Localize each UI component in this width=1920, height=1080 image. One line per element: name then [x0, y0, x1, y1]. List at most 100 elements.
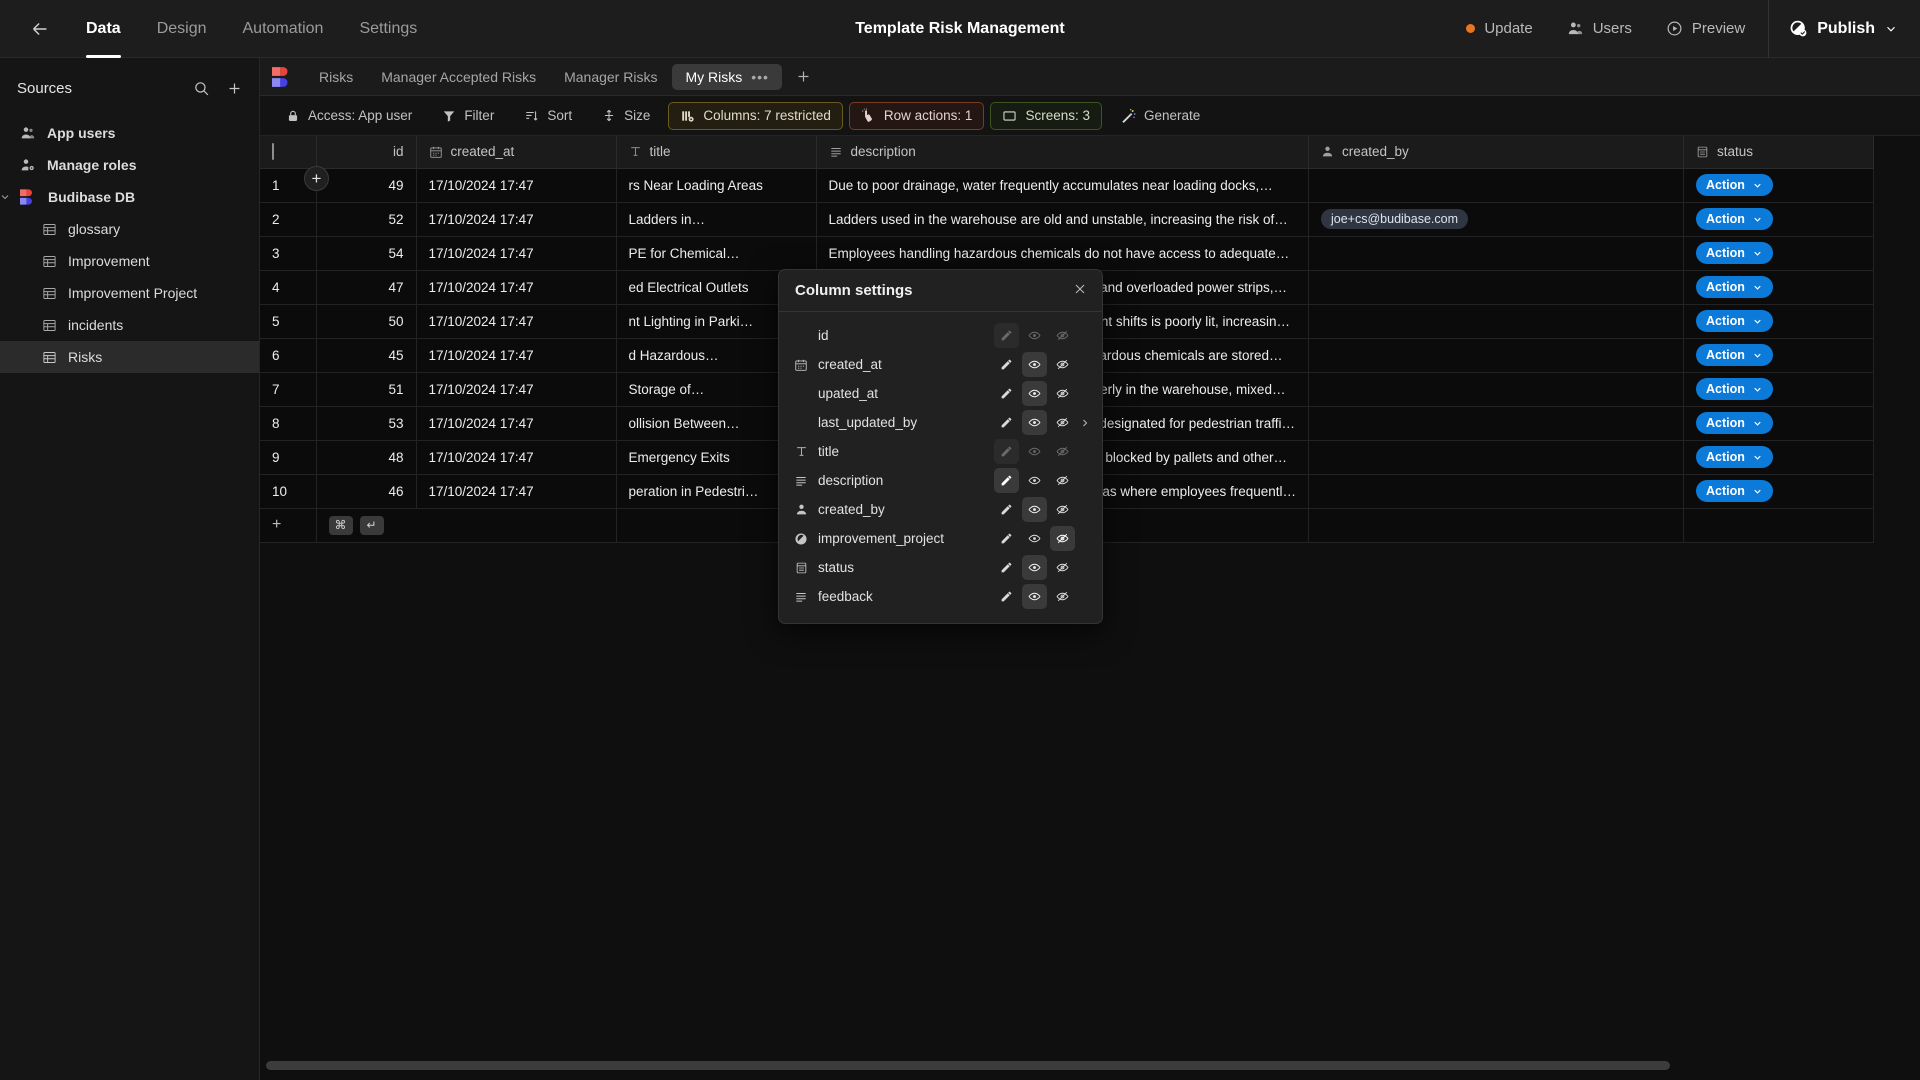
- cell-status[interactable]: Action: [1683, 270, 1874, 305]
- cell-created-at[interactable]: 17/10/2024 17:47: [416, 202, 617, 237]
- generate-button[interactable]: Generate: [1108, 102, 1212, 130]
- visible-toggle-icon[interactable]: [1022, 526, 1047, 551]
- hidden-toggle-icon[interactable]: [1050, 497, 1075, 522]
- cell-id[interactable]: 54: [316, 236, 417, 271]
- hidden-toggle-icon[interactable]: [1050, 352, 1075, 377]
- visible-toggle-icon[interactable]: [1022, 410, 1047, 435]
- table-row[interactable]: 1 49 17/10/2024 17:47 rs Near Loading Ar…: [260, 168, 1874, 203]
- cell-created-at[interactable]: 17/10/2024 17:47: [416, 372, 617, 407]
- cell-id[interactable]: 47: [316, 270, 417, 305]
- edit-toggle-icon[interactable]: [994, 381, 1019, 406]
- column-setting-row-feedback[interactable]: feedback: [779, 582, 1102, 611]
- plus-icon[interactable]: [226, 80, 243, 97]
- edit-toggle-icon[interactable]: [994, 323, 1019, 348]
- cell-title[interactable]: Ladders in…: [616, 202, 817, 237]
- sidebar-item-risks[interactable]: Risks: [0, 341, 259, 373]
- add-view-tab-button[interactable]: [790, 64, 818, 90]
- hidden-toggle-icon[interactable]: [1050, 323, 1075, 348]
- cell-description[interactable]: Due to poor drainage, water frequently a…: [816, 168, 1309, 203]
- action-button[interactable]: Action: [1696, 310, 1773, 332]
- nav-tab-automation[interactable]: Automation: [225, 0, 342, 58]
- column-setting-row-improvement-project[interactable]: improvement_project: [779, 524, 1102, 553]
- visible-toggle-icon[interactable]: [1022, 352, 1047, 377]
- hidden-toggle-icon[interactable]: [1050, 439, 1075, 464]
- edit-toggle-icon[interactable]: [994, 439, 1019, 464]
- cell-id[interactable]: 53: [316, 406, 417, 441]
- cell-created-at[interactable]: 17/10/2024 17:47: [416, 440, 617, 475]
- column-header-id[interactable]: id: [316, 136, 417, 169]
- column-header-description[interactable]: description: [816, 136, 1309, 169]
- sidebar-item-app-users[interactable]: App users: [0, 117, 259, 149]
- preview-button[interactable]: Preview: [1649, 0, 1762, 58]
- visible-toggle-icon[interactable]: [1022, 439, 1047, 464]
- visible-toggle-icon[interactable]: [1022, 323, 1047, 348]
- cell-created-at[interactable]: 17/10/2024 17:47: [416, 406, 617, 441]
- access-button[interactable]: Access: App user: [274, 102, 424, 130]
- column-setting-row-description[interactable]: description: [779, 466, 1102, 495]
- sidebar-item-improvement[interactable]: Improvement: [0, 245, 259, 277]
- cell-created-at[interactable]: 17/10/2024 17:47: [416, 338, 617, 373]
- view-tab-menu-icon[interactable]: •••: [751, 70, 769, 84]
- column-header-created-by[interactable]: created_by: [1308, 136, 1684, 169]
- table-row[interactable]: 3 54 17/10/2024 17:47 PE for Chemical… E…: [260, 236, 1874, 271]
- edit-toggle-icon[interactable]: [994, 526, 1019, 551]
- cell-created-by[interactable]: [1308, 474, 1684, 509]
- users-button[interactable]: Users: [1550, 0, 1649, 58]
- nav-tab-data[interactable]: Data: [68, 0, 139, 58]
- cell-status[interactable]: Action: [1683, 474, 1874, 509]
- action-button[interactable]: Action: [1696, 378, 1773, 400]
- cell-created-at[interactable]: 17/10/2024 17:47: [416, 270, 617, 305]
- checkbox-icon[interactable]: [272, 143, 274, 161]
- column-setting-row-id[interactable]: id: [779, 321, 1102, 350]
- filter-button[interactable]: Filter: [430, 102, 506, 130]
- close-icon[interactable]: [1072, 281, 1088, 300]
- table-row[interactable]: 2 52 17/10/2024 17:47 Ladders in… Ladder…: [260, 202, 1874, 237]
- edit-toggle-icon[interactable]: [994, 584, 1019, 609]
- cell-status[interactable]: Action: [1683, 202, 1874, 237]
- sidebar-item-manage-roles[interactable]: Manage roles: [0, 149, 259, 181]
- hidden-toggle-icon[interactable]: [1050, 410, 1075, 435]
- column-setting-row-created-at[interactable]: created_at: [779, 350, 1102, 379]
- cell-created-by[interactable]: [1308, 406, 1684, 441]
- view-tab-manager-risks[interactable]: Manager Risks: [551, 64, 670, 90]
- sidebar-item-improvement-project[interactable]: Improvement Project: [0, 277, 259, 309]
- publish-button[interactable]: Publish: [1768, 0, 1920, 58]
- action-button[interactable]: Action: [1696, 208, 1773, 230]
- cell-description[interactable]: Employees handling hazardous chemicals d…: [816, 236, 1309, 271]
- hidden-toggle-icon[interactable]: [1050, 584, 1075, 609]
- cell-id[interactable]: 50: [316, 304, 417, 339]
- cell-created-at[interactable]: 17/10/2024 17:47: [416, 168, 617, 203]
- column-setting-row-upated-at[interactable]: upated_at: [779, 379, 1102, 408]
- cell-created-at[interactable]: 17/10/2024 17:47: [416, 304, 617, 339]
- action-button[interactable]: Action: [1696, 242, 1773, 264]
- sidebar-item-glossary[interactable]: glossary: [0, 213, 259, 245]
- visible-toggle-icon[interactable]: [1022, 381, 1047, 406]
- cell-created-by[interactable]: [1308, 372, 1684, 407]
- screens-button[interactable]: Screens: 3: [990, 101, 1102, 130]
- cell-created-by[interactable]: [1308, 440, 1684, 475]
- action-button[interactable]: Action: [1696, 344, 1773, 366]
- sidebar-item-budibase-db[interactable]: Budibase DB: [0, 181, 259, 213]
- sidebar-item-incidents[interactable]: incidents: [0, 309, 259, 341]
- cell-status[interactable]: Action: [1683, 440, 1874, 475]
- cell-id[interactable]: 52: [316, 202, 417, 237]
- nav-tab-settings[interactable]: Settings: [341, 0, 435, 58]
- cell-created-by[interactable]: [1308, 168, 1684, 203]
- update-button[interactable]: Update: [1449, 0, 1549, 58]
- column-setting-row-title[interactable]: title: [779, 437, 1102, 466]
- row-actions-button[interactable]: Row actions: 1: [848, 101, 985, 130]
- search-icon[interactable]: [193, 80, 210, 97]
- visible-toggle-icon[interactable]: [1022, 497, 1047, 522]
- cell-id[interactable]: 45: [316, 338, 417, 373]
- visible-toggle-icon[interactable]: [1022, 468, 1047, 493]
- cell-status[interactable]: Action: [1683, 372, 1874, 407]
- action-button[interactable]: Action: [1696, 276, 1773, 298]
- cell-status[interactable]: Action: [1683, 168, 1874, 203]
- cell-created-by[interactable]: joe+cs@budibase.com: [1308, 202, 1684, 237]
- cell-title[interactable]: PE for Chemical…: [616, 236, 817, 271]
- view-tab-my-risks[interactable]: My Risks •••: [672, 63, 782, 90]
- visible-toggle-icon[interactable]: [1022, 584, 1047, 609]
- cell-description[interactable]: Ladders used in the warehouse are old an…: [816, 202, 1309, 237]
- view-tab-manager-accepted-risks[interactable]: Manager Accepted Risks: [368, 64, 549, 90]
- hidden-toggle-icon[interactable]: [1050, 555, 1075, 580]
